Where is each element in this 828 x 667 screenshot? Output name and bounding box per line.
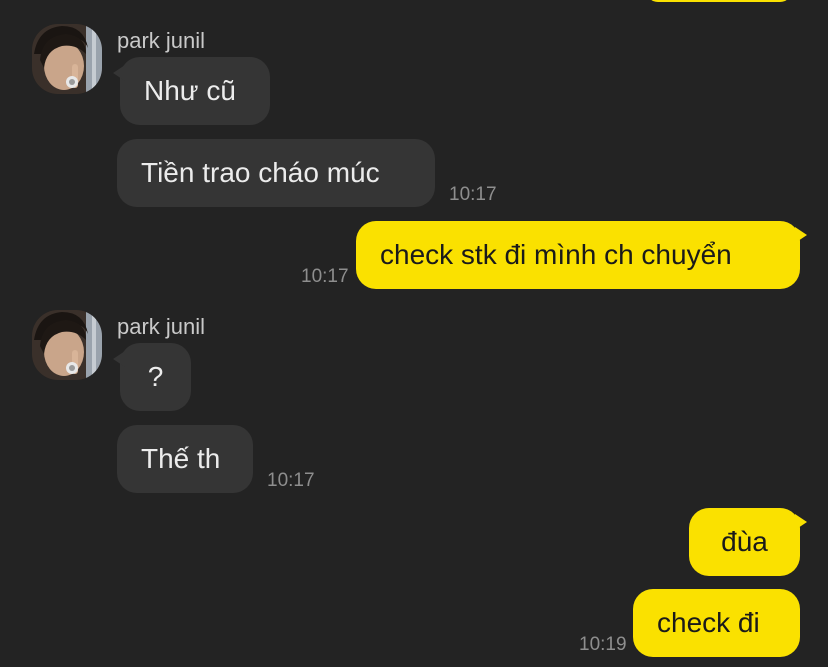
avatar-photo-icon [32,310,102,380]
message-text: Như cũ [144,75,236,106]
message-bubble-incoming[interactable]: Thế th [117,425,253,493]
contact-name: park junil [117,28,206,53]
message-timestamp: 10:19 [579,634,627,655]
message-text: Thế th [141,443,221,474]
message-bubble-outgoing[interactable]: check đi [633,589,800,657]
message-timestamp: 10:17 [301,266,349,287]
message-bubble-incoming[interactable]: Như cũ [113,57,270,125]
contact-avatar[interactable] [32,310,102,380]
avatar-photo-icon [32,24,102,94]
outgoing-bubble-partial[interactable] [646,0,792,2]
message-text: Tiền trao cháo múc [141,157,380,188]
message-text: đùa [721,526,768,557]
contact-name: park junil [117,314,206,339]
message-timestamp: 10:17 [267,470,315,491]
message-text: check stk đi mình ch chuyển [380,239,732,270]
message-bubble-outgoing[interactable]: check stk đi mình ch chuyển [356,221,807,289]
message-bubble-incoming[interactable]: ? [113,343,191,411]
message-text: check đi [657,607,760,638]
chat-view: park junil Như cũ Tiền trao cháo múc 10:… [0,0,828,667]
message-bubble-outgoing[interactable]: đùa [689,508,807,576]
message-timestamp: 10:17 [449,184,497,205]
message-bubble-incoming[interactable]: Tiền trao cháo múc [117,139,435,207]
message-text: ? [147,361,164,392]
contact-avatar[interactable] [32,24,102,94]
